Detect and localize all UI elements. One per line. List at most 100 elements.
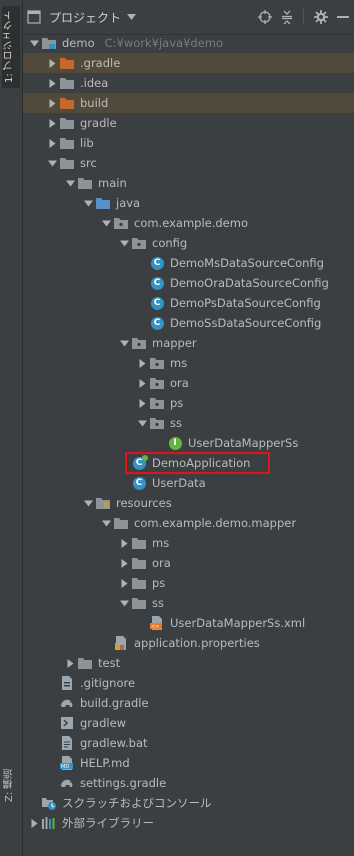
chevron-down-icon[interactable] (81, 499, 95, 508)
class-icon: C (149, 315, 165, 331)
chevron-right-icon[interactable] (63, 658, 77, 668)
class-icon: C (131, 475, 147, 491)
chevron-right-icon[interactable] (45, 78, 59, 88)
project-panel-header: プロジェクト (23, 0, 354, 35)
tree-item-label: ms (152, 536, 170, 550)
tree-item-gradle[interactable]: gradle (23, 113, 354, 133)
tree-item-gradle[interactable]: .gradle (23, 53, 354, 73)
tree-item-item[interactable]: 外部ライブラリー (23, 813, 354, 833)
gear-icon[interactable] (310, 6, 332, 28)
tree-item-resources[interactable]: resources (23, 493, 354, 513)
tree-item-label: com.example.demo.mapper (134, 516, 297, 530)
tree-item-src[interactable]: src (23, 153, 354, 173)
tree-item-label: main (98, 176, 127, 190)
folder-orange-icon (59, 55, 75, 71)
tree-item-config[interactable]: config (23, 233, 354, 253)
tree-item-main[interactable]: main (23, 173, 354, 193)
header-divider (298, 6, 310, 28)
tree-item-userdatamapperss-xml[interactable]: <> UserDataMapperSs.xml (23, 613, 354, 633)
structure-tool-tab[interactable]: Z: 構造 (2, 752, 20, 818)
chevron-right-icon[interactable] (45, 118, 59, 128)
chevron-down-icon[interactable] (99, 219, 113, 228)
chevron-down-icon[interactable] (135, 419, 149, 428)
chevron-down-icon[interactable] (117, 239, 131, 248)
tree-item-ora[interactable]: ora (23, 553, 354, 573)
tree-item-ora[interactable]: ora (23, 373, 354, 393)
tree-item-label: DemoOraDataSourceConfig (170, 276, 329, 290)
chevron-right-icon[interactable] (135, 398, 149, 408)
tree-item-label: build (80, 96, 109, 110)
package-icon (149, 415, 165, 431)
tree-item-userdata[interactable]: C UserData (23, 473, 354, 493)
project-view-title[interactable]: プロジェクト (49, 9, 121, 26)
folder-icon (131, 595, 147, 611)
tree-item-demo[interactable]: demo C:¥work¥java¥demo (23, 33, 354, 53)
tree-item-ms[interactable]: ms (23, 353, 354, 373)
tree-item-demoapplication[interactable]: C DemoApplication (23, 453, 354, 473)
chevron-down-icon[interactable] (45, 159, 59, 168)
tree-item-settings-gradle[interactable]: settings.gradle (23, 773, 354, 793)
chevron-right-icon[interactable] (45, 138, 59, 148)
tree-item-lib[interactable]: lib (23, 133, 354, 153)
project-tool-tab[interactable]: 1: プロジェクト (2, 6, 20, 88)
chevron-down-icon[interactable] (81, 199, 95, 208)
tree-item-com-example-demo-mapper[interactable]: com.example.demo.mapper (23, 513, 354, 533)
tree-item-build[interactable]: build (23, 93, 354, 113)
tree-item-label: UserDataMapperSs.xml (170, 616, 306, 630)
chevron-down-icon[interactable] (27, 39, 41, 48)
tree-item-demomsdatasourceconfig[interactable]: C DemoMsDataSourceConfig (23, 253, 354, 273)
tree-item-demooradatasourceconfig[interactable]: C DemoOraDataSourceConfig (23, 273, 354, 293)
xml-file-icon: <> (149, 615, 165, 631)
tree-item-demopsdatasourceconfig[interactable]: C DemoPsDataSourceConfig (23, 293, 354, 313)
tree-item-ss[interactable]: ss (23, 593, 354, 613)
chevron-down-icon[interactable] (99, 519, 113, 528)
hide-icon[interactable] (332, 6, 354, 28)
tree-item-help-md[interactable]: MD HELP.md (23, 753, 354, 773)
tree-item-ps[interactable]: ps (23, 393, 354, 413)
folder-orange-icon (59, 95, 75, 111)
tree-item-gradlew-bat[interactable]: gradlew.bat (23, 733, 354, 753)
tree-item-label: config (152, 236, 188, 250)
chevron-right-icon[interactable] (117, 578, 131, 588)
tree-item-java[interactable]: java (23, 193, 354, 213)
tree-item-label: test (98, 656, 121, 670)
folder-icon (77, 175, 93, 191)
chevron-right-icon[interactable] (117, 538, 131, 548)
locate-icon[interactable] (254, 6, 276, 28)
folder-icon (59, 135, 75, 151)
package-icon (149, 355, 165, 371)
tree-item-label: ora (170, 376, 189, 390)
chevron-down-icon[interactable] (117, 339, 131, 348)
collapse-all-icon[interactable] (276, 6, 298, 28)
tree-item-com-example-demo[interactable]: com.example.demo (23, 213, 354, 233)
tree-item-demossdatasourceconfig[interactable]: C DemoSsDataSourceConfig (23, 313, 354, 333)
chevron-down-icon[interactable] (63, 179, 77, 188)
tree-item-label: HELP.md (80, 756, 130, 770)
chevron-right-icon[interactable] (117, 558, 131, 568)
view-dropdown-icon[interactable] (127, 10, 137, 24)
tree-item-build-gradle[interactable]: build.gradle (23, 693, 354, 713)
tree-item-label: ps (152, 576, 166, 590)
tree-item-test[interactable]: test (23, 653, 354, 673)
tree-item-application-properties[interactable]: application.properties (23, 633, 354, 653)
chevron-right-icon[interactable] (27, 818, 41, 828)
tree-item-gradlew[interactable]: gradlew (23, 713, 354, 733)
chevron-right-icon[interactable] (135, 358, 149, 368)
tree-item-label: src (80, 156, 97, 170)
tree-item-gitignore[interactable]: .gitignore (23, 673, 354, 693)
tree-item-idea[interactable]: .idea (23, 73, 354, 93)
tree-item-userdatamapperss[interactable]: I UserDataMapperSs (23, 433, 354, 453)
tree-item-label: com.example.demo (134, 216, 248, 230)
tree-item-mapper[interactable]: mapper (23, 333, 354, 353)
chevron-right-icon[interactable] (135, 378, 149, 388)
chevron-right-icon[interactable] (45, 98, 59, 108)
tree-item-ps[interactable]: ps (23, 573, 354, 593)
tree-item-ss[interactable]: ss (23, 413, 354, 433)
tree-item-item[interactable]: スクラッチおよびコンソール (23, 793, 354, 813)
tree-item-ms[interactable]: ms (23, 533, 354, 553)
tree-item-label: java (116, 196, 141, 210)
package-icon (131, 335, 147, 351)
folder-icon (59, 75, 75, 91)
chevron-right-icon[interactable] (45, 58, 59, 68)
chevron-down-icon[interactable] (117, 599, 131, 608)
